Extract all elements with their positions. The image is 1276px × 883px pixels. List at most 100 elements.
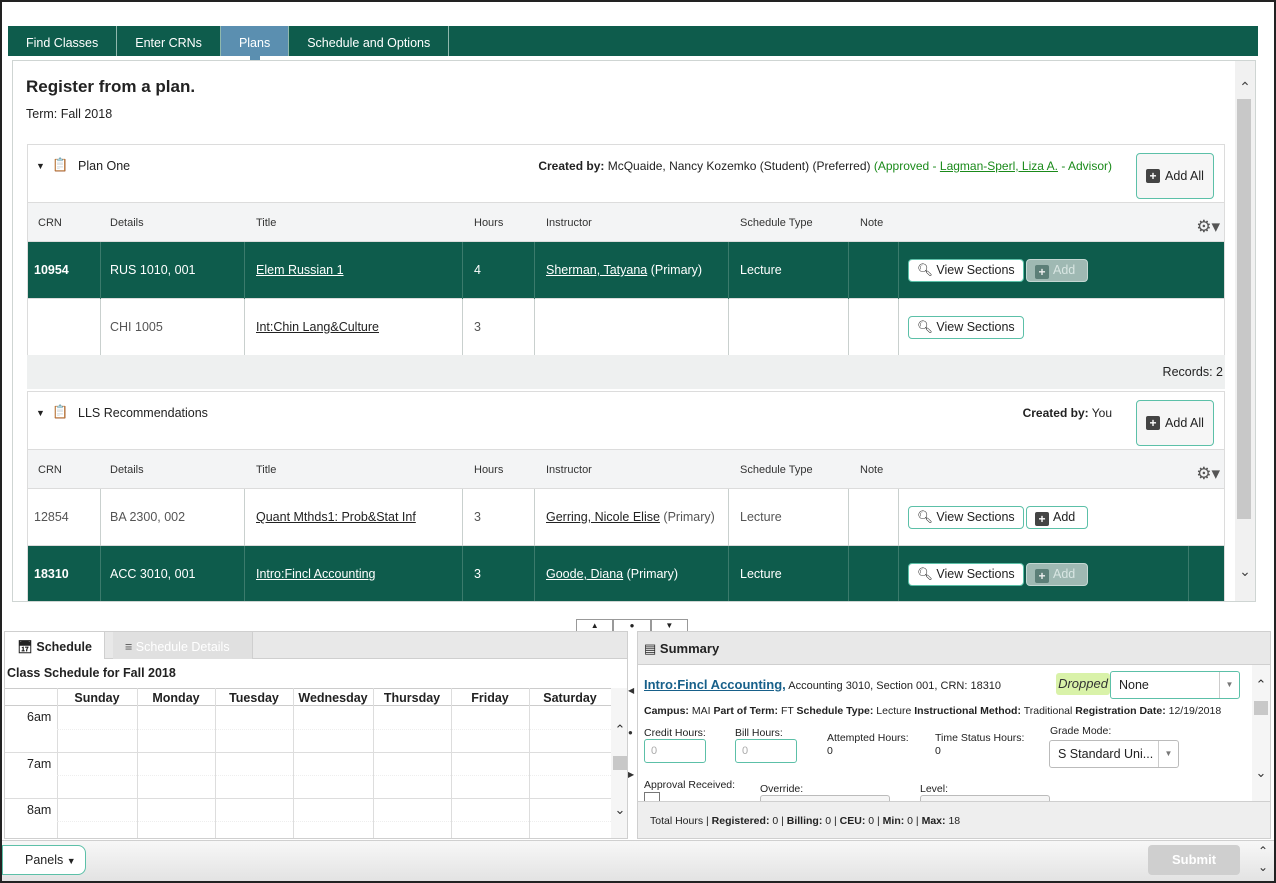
row-hours: 4 bbox=[474, 263, 481, 277]
max-value: 18 bbox=[948, 815, 961, 827]
term-label: Term: Fall 2018 bbox=[26, 107, 113, 121]
scroll-thumb[interactable] bbox=[1237, 99, 1251, 519]
table-row[interactable]: CHI 1005 Int:Chin Lang&Culture 3 🔍︎ View… bbox=[27, 299, 1225, 356]
scroll-up-icon[interactable]: ⌃ bbox=[1252, 677, 1270, 693]
col-details[interactable]: Details bbox=[110, 217, 144, 229]
col-crn[interactable]: CRN bbox=[38, 217, 62, 229]
add-button[interactable]: + Add bbox=[1026, 506, 1088, 529]
add-button[interactable]: + Add bbox=[1026, 259, 1088, 282]
summary-details-line: Campus: MAI Part of Term: FT Schedule Ty… bbox=[644, 705, 1221, 717]
panels-button[interactable]: Panels ▼ bbox=[2, 845, 86, 875]
page-title: Register from a plan. bbox=[26, 77, 196, 96]
col-hours[interactable]: Hours bbox=[474, 464, 503, 476]
scroll-up-icon[interactable]: ⌃ bbox=[611, 722, 627, 738]
plans-scrollbar[interactable]: ⌃ ⌄ bbox=[1235, 61, 1255, 601]
chevron-left-icon[interactable]: ◀ bbox=[628, 686, 634, 695]
view-sections-button[interactable]: 🔍︎ View Sections bbox=[908, 563, 1024, 586]
col-title[interactable]: Title bbox=[256, 217, 276, 229]
time-8am: 8am bbox=[27, 803, 52, 817]
plus-icon: + bbox=[1035, 265, 1049, 279]
table-row[interactable]: 18310 ACC 3010, 001 Intro:Fincl Accounti… bbox=[27, 546, 1225, 601]
view-sections-button[interactable]: 🔍︎ View Sections bbox=[908, 316, 1024, 339]
time-status-label: Time Status Hours: bbox=[935, 732, 1025, 744]
credit-hours-input[interactable]: 0 bbox=[644, 739, 706, 763]
tab-find-classes[interactable]: Find Classes bbox=[8, 26, 118, 56]
table-row[interactable]: 12854 BA 2300, 002 Quant Mthds1: Prob&St… bbox=[27, 489, 1225, 546]
bill-hours-input[interactable]: 0 bbox=[735, 739, 797, 763]
registered-value: 0 bbox=[772, 815, 779, 827]
instructor-role: (Primary) bbox=[626, 567, 679, 581]
add-all-button[interactable]: + Add All bbox=[1136, 153, 1214, 199]
col-schedule-type[interactable]: Schedule Type bbox=[740, 464, 813, 476]
plus-icon: + bbox=[1146, 416, 1161, 430]
scroll-up-icon[interactable]: ⌃ bbox=[1235, 77, 1255, 97]
panel-resize-handle[interactable]: ◀ ● ▶ bbox=[628, 682, 636, 792]
col-crn[interactable]: CRN bbox=[38, 464, 62, 476]
chevron-right-icon[interactable]: ▶ bbox=[628, 770, 634, 779]
summary-title: Summary bbox=[659, 641, 720, 656]
tab-schedule-label: Schedule bbox=[36, 640, 92, 654]
splitter-center-icon[interactable]: ● bbox=[613, 619, 651, 631]
scroll-down-icon[interactable]: ⌄ bbox=[611, 802, 627, 818]
instructor-link[interactable]: Sherman, Tatyana bbox=[546, 263, 647, 277]
scroll-thumb[interactable] bbox=[1254, 701, 1268, 715]
add-all-button[interactable]: + Add All bbox=[1136, 400, 1214, 446]
view-sections-button[interactable]: 🔍︎ View Sections bbox=[908, 259, 1024, 282]
col-schedule-type[interactable]: Schedule Type bbox=[740, 217, 813, 229]
view-sections-button[interactable]: 🔍︎ View Sections bbox=[908, 506, 1024, 529]
footer-bar: Panels ▼ Submit ⌃ ⌄ bbox=[2, 840, 1274, 881]
page-scrollbar[interactable]: ⌃ ⌄ bbox=[1254, 843, 1272, 881]
instructor-link[interactable]: Gerring, Nicole Elise bbox=[546, 510, 660, 524]
tab-plans[interactable]: Plans bbox=[220, 26, 290, 64]
advisor-link[interactable]: Lagman-Sperl, Liza A. bbox=[940, 159, 1058, 173]
summary-course-link[interactable]: Intro:Fincl Accounting, bbox=[644, 677, 786, 692]
calendar-days-header: Sunday Monday Tuesday Wednesday Thursday… bbox=[5, 688, 611, 706]
row-schedule-type: Lecture bbox=[740, 567, 782, 581]
scroll-down-icon[interactable]: ⌄ bbox=[1252, 765, 1270, 781]
scroll-down-icon[interactable]: ⌄ bbox=[1254, 859, 1272, 875]
course-title-link[interactable]: Intro:Fincl Accounting bbox=[256, 546, 376, 601]
scroll-down-icon[interactable]: ⌄ bbox=[1235, 561, 1255, 581]
course-title-link[interactable]: Elem Russian 1 bbox=[256, 242, 344, 299]
tab-schedule-and-options[interactable]: Schedule and Options bbox=[289, 26, 450, 56]
action-select[interactable]: None ▼ bbox=[1110, 671, 1240, 699]
course-title-link[interactable]: Int:Chin Lang&Culture bbox=[256, 299, 379, 356]
col-note[interactable]: Note bbox=[860, 464, 883, 476]
add-button[interactable]: + Add bbox=[1026, 563, 1088, 586]
col-details[interactable]: Details bbox=[110, 464, 144, 476]
submit-button[interactable]: Submit bbox=[1148, 845, 1240, 875]
billing-label: Billing: bbox=[786, 815, 823, 827]
scroll-up-icon[interactable]: ⌃ bbox=[1254, 843, 1272, 859]
splitter-up-icon[interactable]: ▲ bbox=[576, 619, 614, 631]
grade-mode-select[interactable]: S Standard Uni... ▼ bbox=[1049, 740, 1179, 768]
tab-schedule[interactable]: 📅︎ Schedule bbox=[5, 632, 105, 659]
gear-icon[interactable]: ⚙▾ bbox=[1196, 464, 1220, 484]
tab-schedule-details[interactable]: ≡ Schedule Details bbox=[113, 632, 253, 659]
splitter-down-icon[interactable]: ▼ bbox=[650, 619, 688, 631]
plan-header-plan-one: ▼ 📋 Plan One Created by: McQuaide, Nancy… bbox=[27, 144, 1225, 202]
action-select-value: None bbox=[1119, 678, 1149, 692]
tab-enter-crns[interactable]: Enter CRNs bbox=[117, 26, 221, 56]
plan-name: Plan One bbox=[78, 159, 131, 173]
panel-splitter: ▲ ● ▼ bbox=[576, 619, 688, 631]
day-friday: Friday bbox=[471, 691, 509, 705]
course-title-link[interactable]: Quant Mthds1: Prob&Stat Inf bbox=[256, 489, 416, 546]
collapse-caret-icon[interactable]: ▼ bbox=[36, 408, 45, 418]
collapse-caret-icon[interactable]: ▼ bbox=[36, 161, 45, 171]
instructor-role: (Primary) bbox=[650, 263, 703, 277]
col-note[interactable]: Note bbox=[860, 217, 883, 229]
col-title[interactable]: Title bbox=[256, 464, 276, 476]
row-hours: 3 bbox=[474, 320, 481, 334]
col-hours[interactable]: Hours bbox=[474, 217, 503, 229]
scroll-thumb[interactable] bbox=[613, 756, 627, 770]
day-tuesday: Tuesday bbox=[229, 691, 279, 705]
table-row[interactable]: 10954 RUS 1010, 001 Elem Russian 1 4 She… bbox=[27, 242, 1225, 299]
instructor-link[interactable]: Goode, Diana bbox=[546, 567, 623, 581]
gear-icon[interactable]: ⚙▾ bbox=[1196, 217, 1220, 237]
tab-schedule-details-label: Schedule Details bbox=[135, 640, 230, 654]
row-crn: 12854 bbox=[34, 510, 69, 524]
col-instructor[interactable]: Instructor bbox=[546, 464, 592, 476]
summary-scrollbar[interactable]: ⌃ ⌄ bbox=[1252, 665, 1270, 801]
schedule-scrollbar[interactable]: ⌃ ⌄ bbox=[611, 688, 627, 838]
col-instructor[interactable]: Instructor bbox=[546, 217, 592, 229]
